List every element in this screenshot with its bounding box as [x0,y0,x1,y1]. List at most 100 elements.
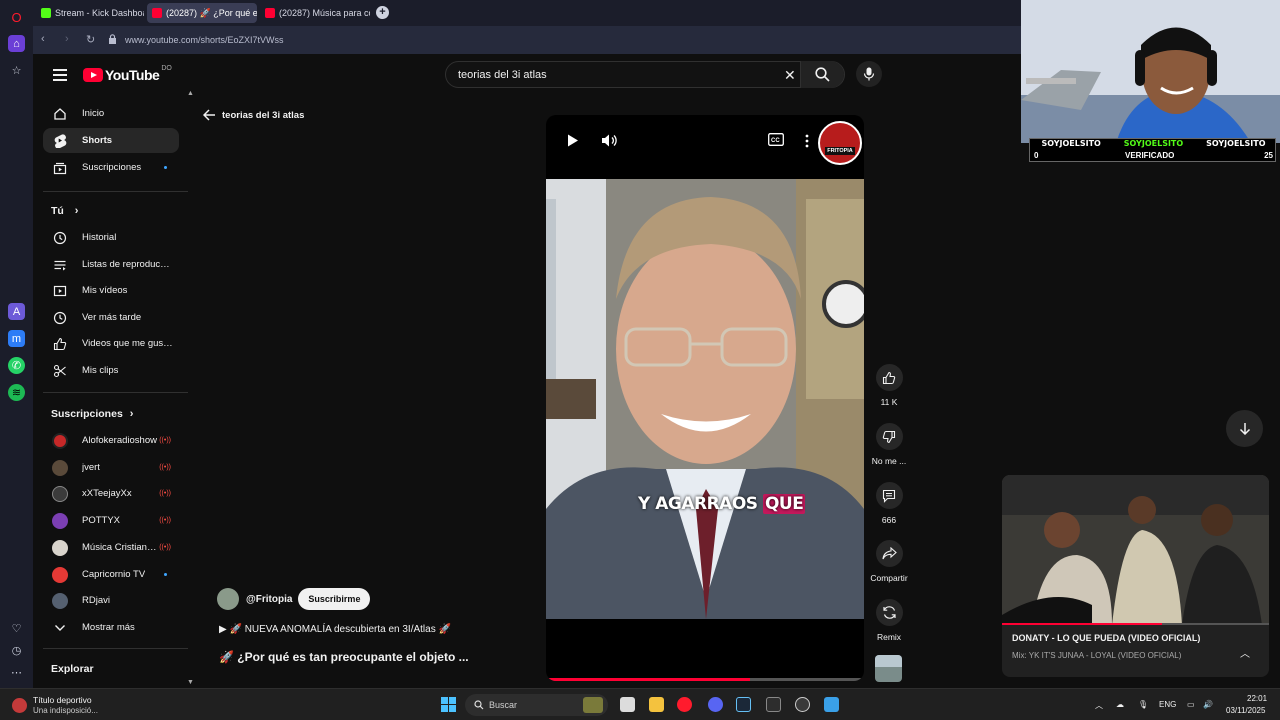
messenger-icon[interactable]: m [8,330,25,347]
mini-progress-bar[interactable] [1002,623,1269,625]
tab-youtube-short[interactable]: (20287) 🚀 ¿Por qué es ta [147,3,257,23]
back-to-search-button[interactable]: teorias del 3i atlas [203,109,304,121]
subscription-channel[interactable]: Alofokeradioshow ((•)) [43,428,179,453]
captions-button[interactable]: CC [768,133,784,151]
comments-button[interactable] [875,482,903,509]
sidebar-item-mis-videos[interactable]: Mis vídeos [43,278,179,303]
more-options-button[interactable] [805,134,809,153]
share-action[interactable]: Compartir [866,540,912,583]
heart-icon[interactable]: ♡ [8,620,25,637]
remix-button[interactable] [875,599,903,626]
new-tab-button[interactable]: + [376,6,389,19]
expand-chevron-up-icon[interactable]: ︿ [1240,645,1250,660]
next-short-button[interactable] [1226,410,1263,447]
subscription-channel[interactable]: jvert ((•)) [43,455,179,480]
spotify-icon[interactable]: ≋ [8,384,25,401]
comments-action[interactable]: 666 [866,482,912,525]
steam-icon[interactable] [736,697,751,712]
channel-name: POTTYX [82,515,121,526]
like-button[interactable] [875,364,903,391]
search-input[interactable]: teorias del 3i atlas [458,69,547,81]
watermark-text: FRITOPIA [825,147,855,155]
forward-icon[interactable]: › [65,33,69,45]
channel-name: jvert [82,462,100,473]
settings-gear-icon[interactable] [795,697,810,712]
network-icon[interactable]: ▭ [1187,700,1195,709]
search-box: teorias del 3i atlas ✕ [445,61,845,88]
short-title[interactable]: 🚀 ¿Por qué es tan preocupante el objeto … [219,650,469,664]
short-video-player[interactable]: CC FRITOPIA Y AGARRAOS QUE [546,115,864,681]
search-button[interactable] [800,61,844,88]
section-title-subscriptions[interactable]: Suscripciones › [51,408,133,420]
sidebar-item-inicio[interactable]: Inicio [43,101,179,126]
hamburger-menu-icon[interactable] [53,69,67,81]
opera-logo-icon[interactable]: O [8,9,25,26]
url-field[interactable]: www.youtube.com/shorts/EoZXI7tVWss [125,35,284,45]
remix-action[interactable]: Remix [866,599,912,642]
tab-youtube-music[interactable]: (20287) Música para conc [260,3,370,23]
sidebar-item-historial[interactable]: Historial [43,225,179,250]
volume-button[interactable] [601,133,618,153]
start-pane [449,697,456,704]
sidebar-scroll-up-icon[interactable]: ▲ [187,90,194,97]
like-action[interactable]: 11 K [866,364,912,407]
tab-kick[interactable]: Stream - Kick Dashboard [36,3,144,23]
play-button[interactable] [566,133,580,153]
clear-search-icon[interactable]: ✕ [784,67,796,84]
new-content-dot [164,573,167,576]
audio-source-thumbnail[interactable] [875,655,902,682]
channel-handle[interactable]: @Fritopia [246,594,292,605]
sidebar-item-shorts[interactable]: Shorts [43,128,179,153]
subscription-channel[interactable]: POTTYX ((•)) [43,508,179,533]
subscription-channel[interactable]: Capricornio TV [43,562,179,587]
subscription-channel[interactable]: Música Cristiana Para... ((•)) [43,535,179,560]
language-indicator[interactable]: ENG [1159,700,1176,709]
channel-info: @Fritopia Suscribirme [217,588,371,610]
dislike-button[interactable] [875,423,903,450]
subscribe-button[interactable]: Suscribirme [298,588,371,610]
short-description[interactable]: ▶ 🚀 NUEVA ANOMALÍA descubierta en 3I/Atl… [219,624,451,635]
channel-avatar[interactable] [217,588,239,610]
share-button[interactable] [875,540,903,567]
play-icon [568,134,578,147]
sidebar-item-playlists[interactable]: Listas de reproducción [43,252,179,277]
microphone-icon[interactable]: 🎙 [1138,700,1148,709]
sidebar-item-liked-videos[interactable]: Videos que me gustan [43,331,179,356]
task-view-icon[interactable] [620,697,635,712]
discord-icon[interactable] [708,697,723,712]
terminal-icon[interactable] [766,697,781,712]
volume-icon[interactable]: 🔊 [1203,700,1213,709]
aria-icon[interactable]: A [8,303,25,320]
more-dots-icon[interactable]: ⋯ [8,664,25,681]
show-more-button[interactable]: Mostrar más [43,615,179,640]
mini-player-video[interactable] [1002,475,1269,625]
sidebar-item-ver-mas-tarde[interactable]: Ver más tarde [43,305,179,330]
reload-icon[interactable]: ↻ [86,33,95,46]
clock-time: 22:01 [1247,694,1268,703]
sidebar-item-label: Historial [82,232,117,243]
history-clock-icon[interactable]: ◷ [8,642,25,659]
tray-overflow-chevron-icon[interactable]: ︿ [1095,700,1103,711]
mini-player[interactable]: DONATY - LO QUE PUEDA (VIDEO OFICIAL) Mi… [1002,475,1269,677]
file-explorer-icon[interactable] [649,697,664,712]
photos-icon[interactable] [824,697,839,712]
dislike-action[interactable]: No me ... [866,423,912,466]
windows-start-icon[interactable] [441,697,456,712]
sidebar-item-suscripciones[interactable]: Suscripciones [43,155,179,180]
section-title-you[interactable]: Tú › [51,205,78,217]
sidebar-scroll-down-icon[interactable]: ▼ [187,679,194,686]
video-progress-bar[interactable] [546,678,864,681]
youtube-logo[interactable]: YouTube DO [83,65,172,83]
thumbs-down-icon [882,430,896,443]
whatsapp-icon[interactable]: ✆ [8,357,25,374]
voice-search-button[interactable] [856,61,882,87]
home-icon[interactable]: ⌂ [8,35,25,52]
opera-taskbar-icon[interactable] [677,697,692,712]
subscription-channel[interactable]: xXTeejayXx ((•)) [43,481,179,506]
onedrive-cloud-icon[interactable]: ☁ [1116,700,1124,709]
taskbar-search[interactable]: Buscar [465,694,608,716]
subscription-channel[interactable]: RDjavi [43,588,179,613]
sidebar-item-mis-clips[interactable]: Mis clips [43,358,179,383]
star-icon[interactable]: ☆ [8,62,25,79]
back-icon[interactable]: ‹ [41,33,45,45]
